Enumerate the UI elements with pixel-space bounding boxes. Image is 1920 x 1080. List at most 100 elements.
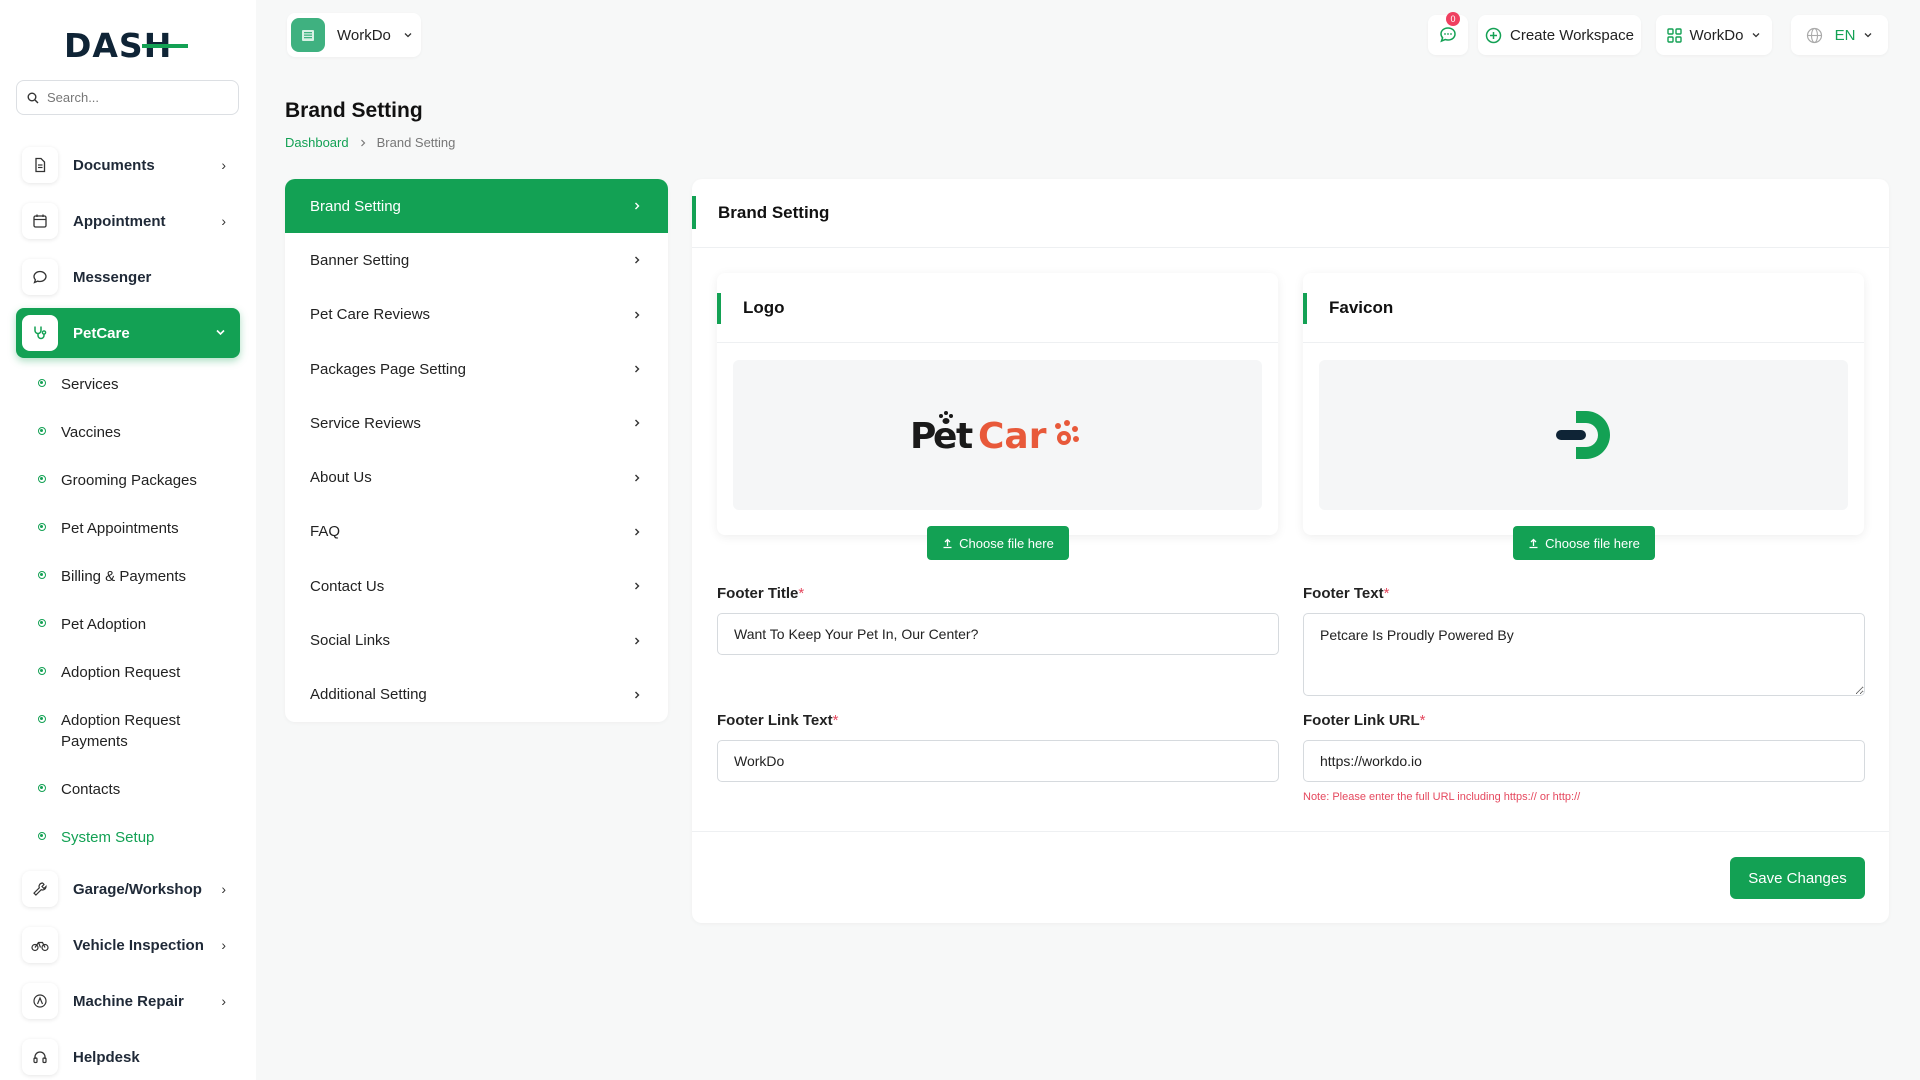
workspace-label: WorkDo: [337, 26, 391, 44]
sidebar-item-label: Vehicle Inspection: [73, 936, 204, 954]
menu-item-packages-page-setting[interactable]: Packages Page Setting: [285, 342, 668, 396]
menu-item-service-reviews[interactable]: Service Reviews: [285, 396, 668, 450]
sidebar-item-garage-workshop[interactable]: Garage/Workshop ›: [16, 865, 240, 913]
sidebar-item-messenger[interactable]: Messenger: [16, 253, 240, 301]
sidebar-item-appointment[interactable]: Appointment ›: [16, 197, 240, 245]
logo-choose-file-button[interactable]: Choose file here: [927, 526, 1069, 560]
document-icon: [22, 147, 58, 183]
menu-item-faq[interactable]: FAQ: [285, 505, 668, 559]
calendar-icon: [22, 203, 58, 239]
sidebar-item-petcare[interactable]: PetCare: [16, 308, 240, 358]
bullet-icon: [38, 784, 46, 792]
sidebar-item-label: Documents: [73, 156, 155, 174]
menu-item-brand-setting[interactable]: Brand Setting: [285, 179, 668, 234]
sidebar-subitem-services[interactable]: Services: [38, 374, 238, 395]
sidebar-subitem-label: Pet Appointments: [61, 520, 179, 537]
menu-item-contact-us[interactable]: Contact Us: [285, 559, 668, 613]
chevron-right-icon: [635, 311, 640, 319]
footer-title-input[interactable]: [717, 613, 1279, 655]
sidebar-subitem-label: Grooming Packages: [61, 472, 197, 489]
url-note: Note: Please enter the full URL includin…: [1303, 791, 1581, 803]
search-input[interactable]: [47, 90, 227, 105]
chevron-right-icon: [635, 365, 640, 373]
sidebar-subitem-label: Vaccines: [61, 424, 121, 441]
workspace-switcher[interactable]: WorkDo: [287, 13, 421, 57]
bullet-icon: [38, 619, 46, 627]
sidebar-subitem-contacts[interactable]: Contacts: [38, 779, 238, 800]
sidebar-subitem-adoption-request-payments[interactable]: Adoption Request Payments: [38, 710, 208, 752]
sidebar-item-machine-repair[interactable]: Machine Repair ›: [16, 977, 240, 1025]
breadcrumb: Dashboard Brand Setting: [285, 135, 455, 150]
sidebar-subitem-pet-adoption[interactable]: Pet Adoption: [38, 614, 238, 635]
workspace-menu-button[interactable]: WorkDo: [1656, 15, 1772, 55]
menu-item-additional-setting[interactable]: Additional Setting: [285, 668, 668, 722]
headset-icon: [22, 1039, 58, 1075]
message-icon: [22, 259, 58, 295]
menu-item-label: Pet Care Reviews: [310, 306, 431, 324]
sidebar-item-label: Machine Repair: [73, 992, 184, 1010]
chevron-right-icon: ›: [221, 993, 226, 1009]
chevron-down-icon: [404, 33, 412, 38]
menu-item-label: Brand Setting: [310, 197, 401, 215]
menu-item-label: Social Links: [310, 632, 391, 650]
bullet-icon: [38, 379, 46, 387]
bullet-icon: [38, 571, 46, 579]
menu-item-label: Service Reviews: [310, 414, 421, 432]
footer-text-textarea[interactable]: Petcare Is Proudly Powered By: [1303, 613, 1865, 696]
sidebar-item-label: Messenger: [73, 268, 152, 286]
sidebar-item-label: PetCare: [73, 324, 130, 342]
machine-icon: [22, 983, 58, 1019]
chevron-down-icon: [215, 325, 226, 341]
language-label: EN: [1834, 26, 1856, 44]
favicon-card-title: Favicon: [1303, 273, 1864, 343]
sidebar-subitem-label: System Setup: [61, 829, 155, 846]
sidebar-item-label: Garage/Workshop: [73, 880, 202, 898]
petcare-logo-image: P e t Car: [910, 411, 1079, 457]
workspace-menu-label: WorkDo: [1689, 26, 1744, 44]
footer-link-url-input[interactable]: [1303, 740, 1865, 782]
language-selector[interactable]: EN: [1791, 15, 1888, 55]
chevron-right-icon: ›: [221, 213, 226, 229]
menu-item-about-us[interactable]: About Us: [285, 450, 668, 504]
messages-button[interactable]: 0: [1428, 12, 1468, 55]
sidebar-item-documents[interactable]: Documents ›: [16, 141, 240, 189]
sidebar-subitem-adoption-request[interactable]: Adoption Request: [38, 662, 238, 683]
footer-link-text-input[interactable]: [717, 740, 1279, 782]
chevron-right-icon: ›: [221, 157, 226, 173]
brand-setting-card: Brand Setting Logo P e t Car Choose file…: [692, 179, 1889, 923]
menu-item-label: Banner Setting: [310, 251, 410, 269]
breadcrumb-dashboard-link[interactable]: Dashboard: [285, 135, 349, 150]
wrench-icon: [22, 871, 58, 907]
save-changes-button[interactable]: Save Changes: [1730, 857, 1865, 899]
chevron-right-icon: ›: [221, 937, 226, 953]
favicon-choose-file-button[interactable]: Choose file here: [1513, 526, 1655, 560]
search-box[interactable]: [16, 80, 239, 115]
sidebar-subitem-grooming-packages[interactable]: Grooming Packages: [38, 470, 238, 491]
sidebar-subitem-billing-payments[interactable]: Billing & Payments: [38, 566, 238, 587]
menu-item-label: Additional Setting: [310, 686, 427, 704]
sidebar-subitem-vaccines[interactable]: Vaccines: [38, 422, 238, 443]
chevron-right-icon: [635, 582, 640, 590]
menu-item-pet-care-reviews[interactable]: Pet Care Reviews: [285, 288, 668, 342]
app-logo[interactable]: DASH: [64, 28, 190, 62]
notification-badge: 0: [1446, 12, 1460, 26]
upload-icon: [1529, 538, 1538, 548]
chat-icon: [1440, 27, 1456, 43]
create-workspace-button[interactable]: Create Workspace: [1478, 15, 1641, 55]
sidebar-subitem-label: Billing & Payments: [61, 568, 187, 585]
dash-favicon-image: [1555, 411, 1610, 459]
menu-item-banner-setting[interactable]: Banner Setting: [285, 233, 668, 287]
menu-item-social-links[interactable]: Social Links: [285, 613, 668, 667]
card-divider: [692, 831, 1889, 832]
sidebar-subitem-system-setup[interactable]: System Setup: [38, 827, 238, 848]
chevron-down-icon: [1864, 33, 1872, 38]
choose-file-label: Choose file here: [1545, 535, 1640, 551]
grid-icon: [1666, 27, 1682, 43]
favicon-card: Favicon: [1303, 273, 1864, 535]
sidebar-item-helpdesk[interactable]: Helpdesk: [16, 1033, 240, 1080]
sidebar-item-vehicle-inspection[interactable]: Vehicle Inspection ›: [16, 921, 240, 969]
svg-text:Car: Car: [978, 416, 1047, 457]
globe-icon: [1806, 27, 1822, 43]
sidebar-subitem-pet-appointments[interactable]: Pet Appointments: [38, 518, 238, 539]
dash-logo-icon: DASH: [64, 28, 188, 62]
